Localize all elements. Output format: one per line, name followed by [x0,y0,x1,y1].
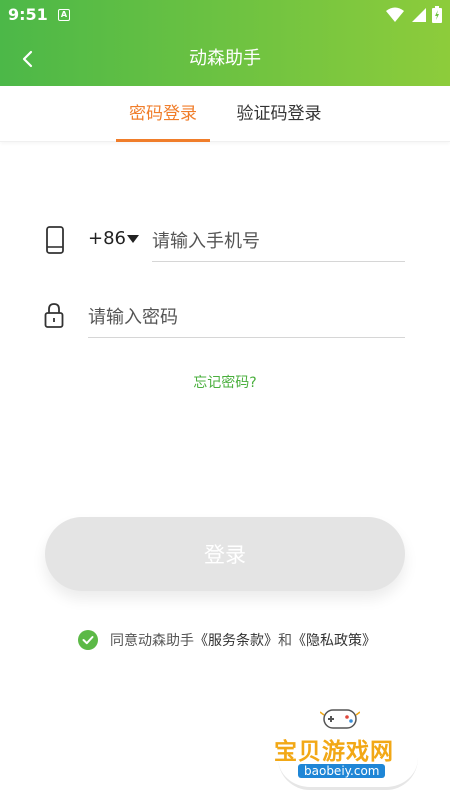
battery-icon [432,6,442,23]
check-circle-icon[interactable] [78,630,98,650]
login-tabs: 密码登录 验证码登录 [0,86,450,142]
agreement-row: 同意动森助手 《服务条款》 和 《隐私政策》 [78,629,376,651]
status-icons [386,6,442,23]
watermark-logo: 宝贝游戏网 baobeiy.com [268,700,418,790]
page-title: 动森助手 [189,48,261,69]
tab-password-login[interactable]: 密码登录 [116,86,210,142]
watermark-url: baobeiy.com [298,764,386,778]
watermark-title: 宝贝游戏网 [274,739,394,765]
signal-icon [412,7,426,22]
lock-icon [44,303,64,328]
phone-icon [46,226,64,254]
tab-code-login[interactable]: 验证码登录 [228,86,330,142]
gamepad-icon [320,709,360,729]
password-input[interactable] [88,298,405,338]
status-bar: 9:51 A [0,0,450,32]
terms-link[interactable]: 《服务条款》 [194,630,278,650]
nav-bar: 动森助手 [0,32,450,86]
country-code[interactable]: +86 [88,228,126,249]
dropdown-arrow-icon[interactable] [126,234,140,244]
privacy-link[interactable]: 《隐私政策》 [292,630,376,650]
forgot-password-link[interactable]: 忘记密码? [0,372,450,392]
phone-input[interactable] [152,222,405,262]
agreement-and: 和 [278,633,292,649]
status-time: 9:51 [8,5,48,24]
wifi-icon [386,7,404,22]
notification-icon: A [58,9,70,21]
login-button[interactable]: 登录 [45,517,405,591]
agreement-prefix: 同意动森助手 [110,633,194,649]
active-tab-indicator [116,139,210,142]
app-header: 9:51 A 动森助手 [0,0,450,86]
